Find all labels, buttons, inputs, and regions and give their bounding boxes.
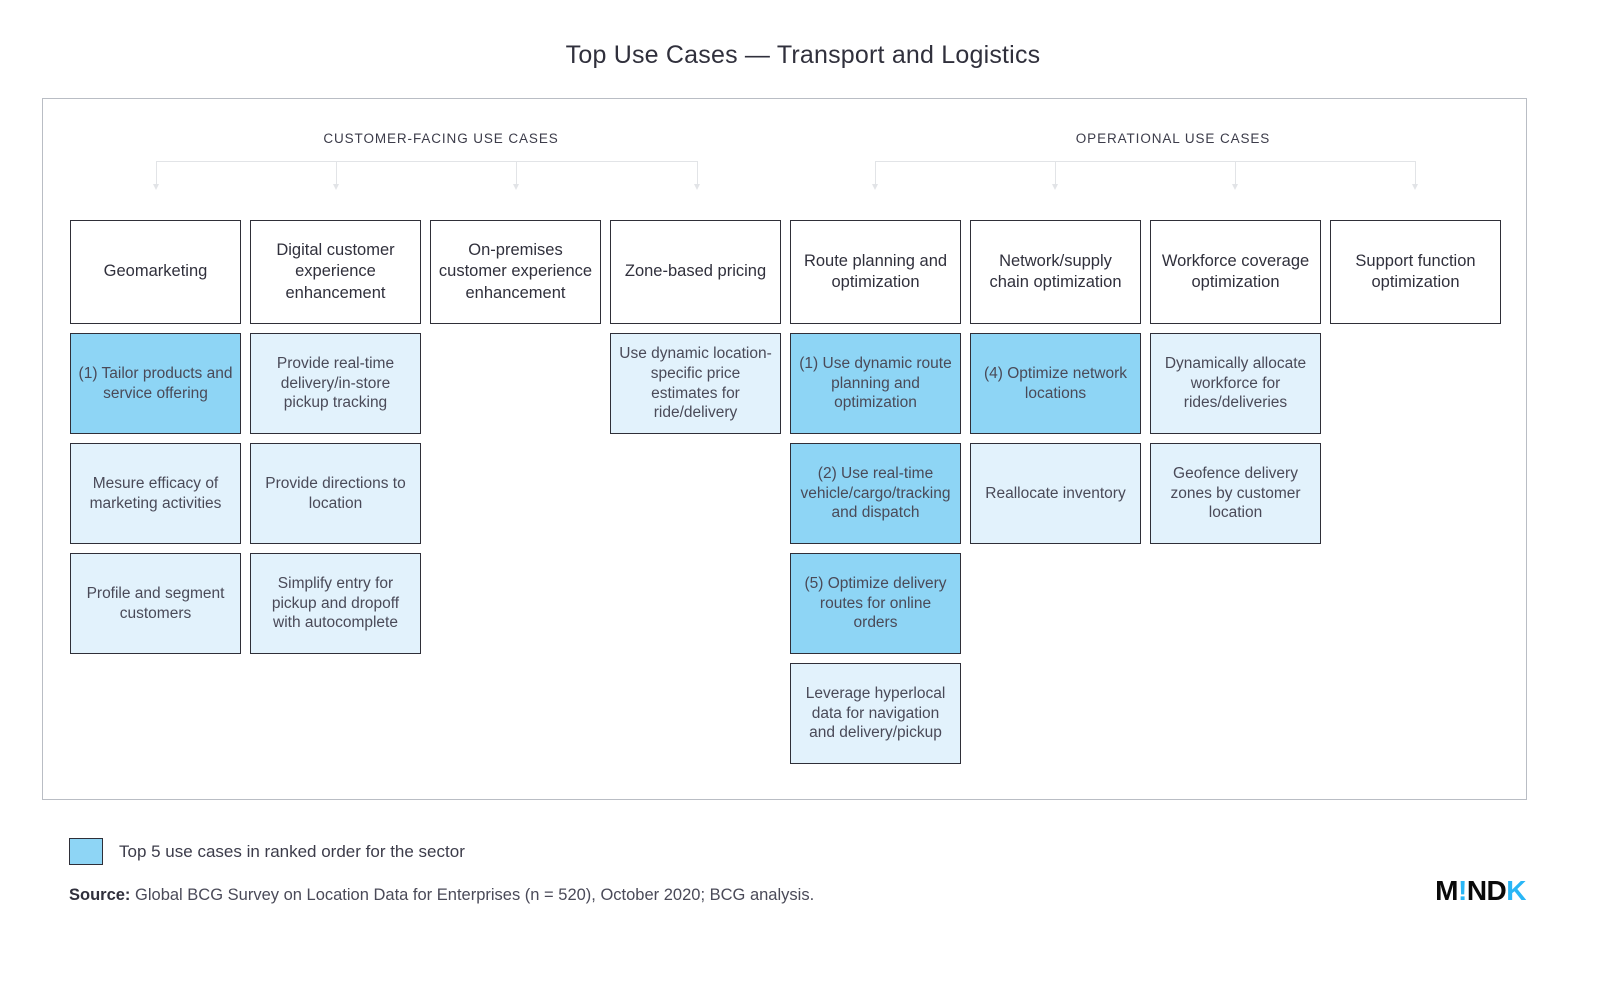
source-label: Source: [69, 886, 131, 904]
bracket-stem [694, 161, 700, 190]
bracket-stem [513, 161, 519, 190]
column-header-cell[interactable]: On-premises customer experience enhancem… [430, 220, 601, 324]
bracket-stem [872, 161, 878, 190]
bracket-horizontal-bar [156, 161, 698, 162]
legend: Top 5 use cases in ranked order for the … [69, 838, 465, 865]
mindk-logo: M!NDK [1435, 877, 1526, 905]
column-header-cell[interactable]: Zone-based pricing [610, 220, 781, 324]
bracket-stem [153, 161, 159, 190]
matrix-column: Workforce coverage optimization Dynamical… [1150, 220, 1321, 544]
group-header-operational: OPERATIONAL USE CASES [1075, 131, 1271, 146]
ranked-use-case-cell[interactable]: (2) Use real-time vehicle/cargo/tracking… [790, 443, 961, 544]
bracket-operational [872, 161, 1418, 193]
use-case-cell[interactable]: Profile and segment customers [70, 553, 241, 654]
logo-part-nd: ND [1466, 875, 1507, 906]
use-case-cell[interactable]: Mesure efficacy of marketing activities [70, 443, 241, 544]
logo-accent-k: K [1506, 875, 1526, 906]
use-case-matrix: Geomarketing (1) Tailor products and serv… [70, 220, 1504, 764]
ranked-use-case-cell[interactable]: (4) Optimize network locations [970, 333, 1141, 434]
use-case-cell[interactable]: Geofence delivery zones by customer loca… [1150, 443, 1321, 544]
matrix-columns: Geomarketing (1) Tailor products and serv… [70, 220, 1504, 764]
use-case-cell[interactable]: Provide real-time delivery/in-store pick… [250, 333, 421, 434]
ranked-use-case-cell[interactable]: (1) Use dynamic route planning and optim… [790, 333, 961, 434]
group-header-customer-facing: CUSTOMER-FACING USE CASES [323, 131, 559, 146]
source-text: Global BCG Survey on Location Data for E… [130, 886, 815, 904]
use-case-cell[interactable]: Simplify entry for pickup and dropoff wi… [250, 553, 421, 654]
column-header-cell[interactable]: Geomarketing [70, 220, 241, 324]
page-title: Top Use Cases — Transport and Logistics [565, 41, 1041, 69]
legend-swatch-ranked [69, 838, 103, 865]
source-note: Source: Global BCG Survey on Location Da… [69, 886, 814, 905]
bracket-stem [1232, 161, 1238, 190]
use-case-cell[interactable]: Dynamically allocate workforce for rides… [1150, 333, 1321, 434]
slide-root: Top Use Cases — Transport and Logistics … [0, 0, 1606, 985]
bracket-stem [1052, 161, 1058, 190]
bracket-stem [333, 161, 339, 190]
legend-label: Top 5 use cases in ranked order for the … [119, 841, 465, 861]
matrix-column: Geomarketing (1) Tailor products and serv… [70, 220, 241, 654]
matrix-column: Support function optimization [1330, 220, 1501, 324]
column-header-cell[interactable]: Workforce coverage optimization [1150, 220, 1321, 324]
column-header-cell[interactable]: Support function optimization [1330, 220, 1501, 324]
matrix-column: Route planning and optimization (1) Use d… [790, 220, 961, 764]
logo-part-m: M [1435, 875, 1458, 906]
ranked-use-case-cell[interactable]: (5) Optimize delivery routes for online … [790, 553, 961, 654]
matrix-column: On-premises customer experience enhancem… [430, 220, 601, 324]
bracket-stem [1412, 161, 1418, 190]
use-case-cell[interactable]: Provide directions to location [250, 443, 421, 544]
use-case-cell[interactable]: Leverage hyperlocal data for navigation … [790, 663, 961, 764]
use-case-cell[interactable]: Use dynamic location-specific price esti… [610, 333, 781, 434]
logo-accent-bang: ! [1457, 875, 1467, 906]
ranked-use-case-cell[interactable]: (1) Tailor products and service offering [70, 333, 241, 434]
matrix-column: Zone-based pricing Use dynamic location-s… [610, 220, 781, 434]
column-header-cell[interactable]: Network/supply chain optimization [970, 220, 1141, 324]
matrix-column: Network/supply chain optimization (4) Opt… [970, 220, 1141, 544]
use-case-cell[interactable]: Reallocate inventory [970, 443, 1141, 544]
column-header-cell[interactable]: Route planning and optimization [790, 220, 961, 324]
diagram-panel: CUSTOMER-FACING USE CASES OPERATIONAL US… [42, 98, 1527, 800]
matrix-column: Digital customer experience enhancement P… [250, 220, 421, 654]
column-header-cell[interactable]: Digital customer experience enhancement [250, 220, 421, 324]
bracket-customer-facing [153, 161, 700, 193]
bracket-horizontal-bar [875, 161, 1416, 162]
